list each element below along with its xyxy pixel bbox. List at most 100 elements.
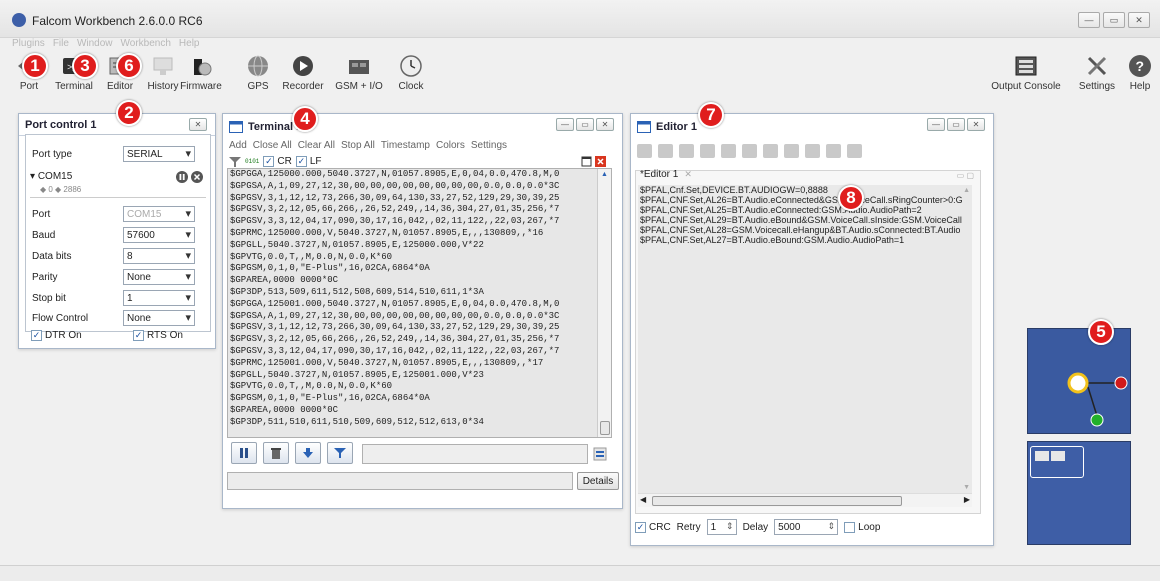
flow-control-select[interactable]: None: [123, 310, 195, 326]
dtr-checkbox[interactable]: ✓ DTR On: [31, 330, 82, 341]
minimap-viewport[interactable]: [1030, 446, 1084, 478]
pause-button[interactable]: [231, 442, 257, 464]
terminal-output[interactable]: $GPGGA,125000.000,5040.3727,N,01057.8905…: [227, 168, 612, 438]
toolbar-output-console-label: Output Console: [991, 81, 1061, 92]
editor-close-button[interactable]: ✕: [967, 118, 985, 131]
editor-view-controls[interactable]: ▭ ▢: [957, 171, 974, 180]
toolbar-settings-button[interactable]: Settings: [1076, 54, 1118, 92]
send-file-icon[interactable]: [679, 144, 694, 158]
toolbar-gps-button[interactable]: GPS: [244, 54, 272, 92]
flow-control-label: Flow Control: [32, 312, 89, 324]
stop-bit-select[interactable]: 1: [123, 290, 195, 306]
cr-checkbox[interactable]: ✓ CR: [263, 156, 292, 167]
toolbar-history-label: History: [147, 81, 179, 92]
scroll-thumb[interactable]: [600, 421, 610, 435]
port-node-icon[interactable]: [1067, 372, 1089, 394]
scroll-left-icon[interactable]: ◀: [640, 495, 646, 504]
clear-button[interactable]: [263, 442, 289, 464]
toolbar-recorder-button[interactable]: Recorder: [280, 54, 326, 92]
hex-mode-icon[interactable]: 0101: [245, 159, 259, 165]
port-control-panel: Port control 1 ✕ Port type SERIAL ▾ COM1…: [18, 113, 216, 349]
pause-port-icon[interactable]: [176, 171, 188, 183]
terminal-clear-all-button[interactable]: Clear All: [298, 140, 335, 151]
copy-icon[interactable]: [763, 144, 778, 158]
loop-checkbox[interactable]: Loop: [844, 521, 880, 533]
open-file-icon[interactable]: [658, 144, 673, 158]
hscroll-thumb[interactable]: [652, 496, 902, 506]
lf-checkbox[interactable]: ✓ LF: [295, 156, 322, 167]
filter-button[interactable]: [327, 442, 353, 464]
scroll-up-icon[interactable]: ▲: [963, 187, 970, 194]
terminal-node-icon[interactable]: [1114, 376, 1128, 390]
graph-navigator[interactable]: [1027, 328, 1131, 434]
editor-minimize-button[interactable]: —: [927, 118, 945, 131]
grid-icon[interactable]: [847, 144, 862, 158]
toolbar-gsm-io-button[interactable]: GSM + I/O: [334, 54, 384, 92]
toolbar-settings-label: Settings: [1078, 81, 1116, 92]
editor-hscrollbar[interactable]: ◀ ▶: [638, 493, 972, 507]
filter-icon[interactable]: [229, 156, 241, 167]
scroll-down-icon[interactable]: ▼: [963, 484, 970, 491]
output-console-icon: [1012, 54, 1040, 78]
editor-maximize-button[interactable]: ▭: [947, 118, 965, 131]
details-button[interactable]: Details: [577, 472, 619, 490]
baud-select[interactable]: 57600: [123, 227, 195, 243]
maximize-view-icon[interactable]: [581, 156, 592, 167]
scroll-up-icon[interactable]: ▲: [601, 171, 608, 178]
terminal-close-button[interactable]: ✕: [596, 118, 614, 131]
data-bits-select[interactable]: 8: [123, 248, 195, 264]
port-graph: [1067, 372, 1128, 427]
close-port-icon[interactable]: [191, 171, 203, 183]
parity-label: Parity: [32, 271, 58, 283]
terminal-minimize-button[interactable]: —: [556, 118, 574, 131]
delay-spinner[interactable]: 5000: [774, 519, 839, 535]
editor-tab[interactable]: *Editor 1 ✕: [640, 169, 692, 180]
minimize-button[interactable]: —: [1078, 12, 1100, 28]
gps-globe-icon: [244, 54, 272, 78]
filter-icon: [334, 448, 346, 458]
cut-icon[interactable]: [805, 144, 820, 158]
editor-send-options: ✓CRC Retry 1 Delay 5000 Loop: [635, 519, 880, 535]
terminal-scrollbar[interactable]: ▲: [597, 169, 611, 437]
terminal-timestamp-button[interactable]: Timestamp: [381, 140, 430, 151]
new-file-icon[interactable]: [637, 144, 652, 158]
rts-checkbox[interactable]: ✓ RTS On: [133, 330, 183, 341]
history-icon: [149, 54, 177, 78]
parity-select[interactable]: None: [123, 269, 195, 285]
port-type-select[interactable]: SERIAL: [123, 146, 195, 162]
recorder-icon: [289, 54, 317, 78]
port-control-close-button[interactable]: ✕: [189, 118, 207, 131]
editor-text[interactable]: $PFAL,Cnf.Set,DEVICE.BT.AUDIOGW=0,8888 $P…: [638, 185, 972, 495]
save-as-icon[interactable]: [721, 144, 736, 158]
crc-checkbox[interactable]: ✓ CRC: [635, 521, 671, 533]
list-icon[interactable]: [826, 144, 841, 158]
delete-icon[interactable]: [742, 144, 757, 158]
retry-spinner[interactable]: 1: [706, 519, 737, 535]
terminal-stop-all-button[interactable]: Stop All: [341, 140, 375, 151]
toolbar-help-button[interactable]: ? Help: [1126, 54, 1154, 92]
save-icon[interactable]: [700, 144, 715, 158]
terminal-send-input[interactable]: [362, 444, 588, 464]
terminal-add-button[interactable]: Add: [229, 140, 247, 151]
close-window-button[interactable]: ✕: [1128, 12, 1150, 28]
editor-node-icon[interactable]: [1090, 413, 1104, 427]
minimap-navigator[interactable]: [1027, 441, 1131, 545]
port-control-body: Port type SERIAL ▾ COM15 ◆ 0 ◆ 2886 Port…: [25, 134, 211, 332]
terminal-close-all-button[interactable]: Close All: [253, 140, 292, 151]
terminal-line: $GPGSA,A,1,09,27,12,30,00,00,00,00,00,00…: [230, 180, 560, 191]
com-port-header[interactable]: ▾ COM15: [30, 171, 72, 182]
terminal-colors-button[interactable]: Colors: [436, 140, 465, 151]
terminal-settings-button[interactable]: Settings: [471, 140, 507, 151]
terminal-maximize-button[interactable]: ▭: [576, 118, 594, 131]
close-view-icon[interactable]: [595, 156, 606, 167]
paste-icon[interactable]: [784, 144, 799, 158]
port-select[interactable]: COM15: [123, 206, 195, 222]
scroll-right-icon[interactable]: ▶: [964, 495, 970, 504]
toolbar-firmware-button[interactable]: Firmware: [178, 54, 224, 92]
toolbar-output-console-button[interactable]: Output Console: [990, 54, 1062, 92]
close-tab-icon[interactable]: ✕: [684, 169, 692, 180]
send-icon[interactable]: [593, 447, 607, 464]
download-button[interactable]: [295, 442, 321, 464]
toolbar-clock-button[interactable]: Clock: [396, 54, 426, 92]
maximize-button[interactable]: ▭: [1103, 12, 1125, 28]
